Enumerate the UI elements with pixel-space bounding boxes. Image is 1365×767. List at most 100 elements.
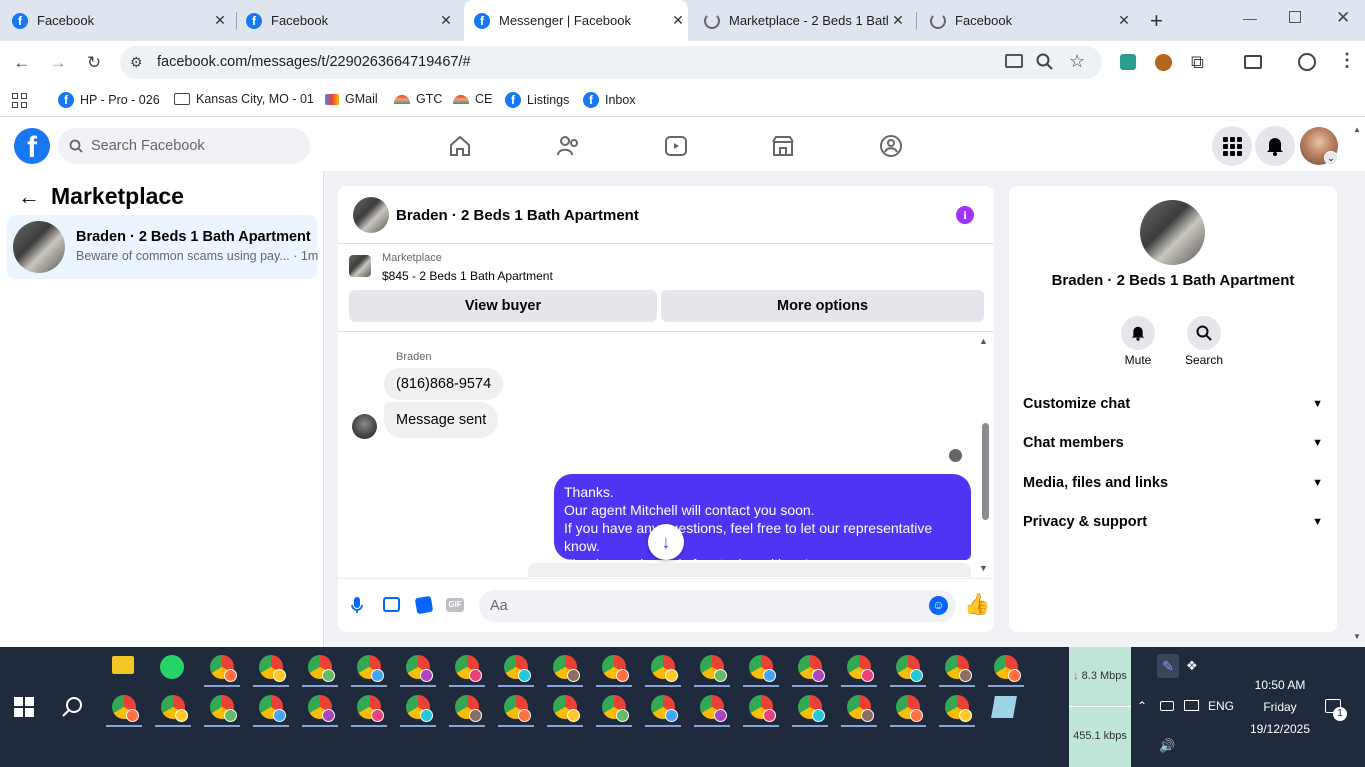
back-icon[interactable]: ← (8, 49, 36, 77)
section-chat-members[interactable]: Chat members ▼ (1023, 435, 1323, 451)
notifications-button[interactable] (1255, 126, 1295, 166)
chrome-profile-icon[interactable] (896, 655, 923, 682)
chrome-profile-icon[interactable] (749, 655, 776, 682)
outgoing-message[interactable]: Thanks. Our agent Mitchell will contact … (554, 474, 971, 572)
bookmark-star-icon[interactable]: ☆ (1069, 51, 1085, 72)
battery-icon[interactable] (1160, 701, 1174, 711)
thumbs-up-icon[interactable]: 👍 (964, 593, 990, 617)
chrome-profile-icon[interactable] (259, 655, 286, 682)
tab-5[interactable]: Facebook ✕ (930, 0, 1134, 41)
chrome-profile-icon[interactable] (553, 655, 580, 682)
search-in-chat-button[interactable] (1187, 316, 1221, 350)
incoming-message[interactable]: Message sent (384, 402, 499, 438)
chrome-profile-icon[interactable] (161, 695, 188, 722)
bookmark-kansas-city[interactable]: Kansas City, MO - 01 (174, 92, 314, 106)
gif-icon[interactable]: GIF (446, 598, 464, 612)
chrome-profile-icon[interactable] (112, 695, 139, 722)
section-media-files-links[interactable]: Media, files and links ▼ (1023, 475, 1323, 491)
view-buyer-button[interactable]: View buyer (349, 290, 657, 322)
extension-icon[interactable] (1120, 54, 1136, 70)
chrome-profile-icon[interactable] (945, 695, 972, 722)
clock-day[interactable]: Friday (1230, 700, 1330, 714)
chrome-profile-icon[interactable] (847, 655, 874, 682)
bookmark-hp-pro[interactable]: f HP - Pro - 026 (58, 92, 160, 108)
zoom-icon[interactable] (1036, 53, 1054, 71)
facebook-logo-icon[interactable]: f (14, 128, 50, 164)
close-icon[interactable]: ✕ (888, 12, 908, 29)
site-settings-icon[interactable]: ⚙ (130, 54, 143, 71)
chat-header-title[interactable]: Braden · 2 Beds 1 Bath Apartment (396, 207, 639, 224)
chrome-profile-icon[interactable] (210, 655, 237, 682)
chrome-profile-icon[interactable] (504, 655, 531, 682)
chrome-profile-icon[interactable] (406, 655, 433, 682)
page-scroll-down-icon[interactable]: ▼ (1353, 632, 1361, 641)
chat-scrollbar[interactable] (982, 423, 989, 520)
chrome-profile-icon[interactable] (259, 695, 286, 722)
chrome-profile-icon[interactable] (308, 655, 335, 682)
chevron-down-icon[interactable]: ⌄ (1324, 151, 1338, 165)
home-icon[interactable] (447, 133, 473, 159)
chrome-profile-icon[interactable] (651, 655, 678, 682)
chrome-profile-icon[interactable] (798, 695, 825, 722)
network-icon[interactable] (1184, 700, 1199, 711)
new-tab-icon[interactable]: + (1150, 8, 1163, 34)
clock-date[interactable]: 19/12/2025 (1230, 722, 1330, 736)
minimize-icon[interactable]: — (1243, 10, 1257, 26)
chrome-profile-icon[interactable] (357, 655, 384, 682)
reload-icon[interactable]: ↻ (80, 49, 108, 77)
scroll-down-arrow-icon[interactable]: ▼ (979, 563, 988, 573)
volume-icon[interactable]: 🔊 (1159, 738, 1175, 754)
chrome-profile-icon[interactable] (602, 655, 629, 682)
side-panel-icon[interactable] (1244, 55, 1262, 69)
chrome-profile-icon[interactable] (455, 655, 482, 682)
chrome-profile-icon[interactable] (651, 695, 678, 722)
menu-grid-button[interactable] (1212, 126, 1252, 166)
windows-start-icon[interactable] (14, 697, 34, 717)
chrome-profile-icon[interactable] (700, 655, 727, 682)
back-arrow-icon[interactable]: ← (18, 184, 40, 210)
bookmark-listings[interactable]: f Listings (505, 92, 569, 108)
bookmark-inbox[interactable]: f Inbox (583, 92, 636, 108)
install-app-icon[interactable] (1005, 54, 1023, 68)
microphone-icon[interactable] (350, 596, 364, 614)
mute-button[interactable] (1121, 316, 1155, 350)
chrome-profile-icon[interactable] (847, 695, 874, 722)
tab-2[interactable]: f Facebook ✕ (246, 0, 456, 41)
groups-icon[interactable] (878, 133, 904, 159)
video-icon[interactable] (663, 133, 689, 159)
photo-icon[interactable] (383, 597, 400, 612)
file-explorer-icon[interactable] (112, 656, 134, 674)
tab-1[interactable]: f Facebook ✕ (12, 0, 230, 41)
chrome-profile-icon[interactable] (700, 695, 727, 722)
sticker-icon[interactable] (414, 595, 434, 615)
menu-kebab-icon[interactable]: ⋮ (1338, 50, 1356, 71)
chrome-profile-icon[interactable] (455, 695, 482, 722)
restore-icon[interactable] (1289, 11, 1301, 23)
chrome-profile-icon[interactable] (994, 655, 1021, 682)
dropbox-icon[interactable]: ❖ (1186, 658, 1198, 674)
chrome-profile-icon[interactable] (602, 695, 629, 722)
chrome-profile-icon[interactable] (406, 695, 433, 722)
feather-icon[interactable]: ✎ (1157, 654, 1179, 678)
info-icon[interactable]: i (956, 206, 974, 224)
chrome-profile-icon[interactable] (357, 695, 384, 722)
bookmark-gtc[interactable]: GTC (394, 92, 442, 106)
chrome-profile-icon[interactable] (798, 655, 825, 682)
clock-time[interactable]: 10:50 AM (1230, 678, 1330, 692)
scroll-up-arrow-icon[interactable]: ▲ (979, 336, 988, 346)
chrome-profile-icon[interactable] (896, 695, 923, 722)
chrome-profile-icon[interactable] (210, 695, 237, 722)
page-scroll-up-icon[interactable]: ▲ (1353, 125, 1361, 134)
friends-icon[interactable] (555, 133, 581, 159)
chat-header-avatar[interactable] (353, 197, 389, 233)
whatsapp-icon[interactable] (160, 655, 184, 679)
close-icon[interactable]: ✕ (436, 12, 456, 29)
more-options-button[interactable]: More options (661, 290, 984, 322)
section-customize-chat[interactable]: Customize chat ▼ (1023, 396, 1323, 412)
close-icon[interactable]: ✕ (210, 12, 230, 29)
marketplace-icon[interactable] (770, 133, 796, 159)
chrome-profile-icon[interactable] (308, 695, 335, 722)
chrome-profile-icon[interactable] (945, 655, 972, 682)
chrome-profile-icon[interactable] (504, 695, 531, 722)
message-input[interactable] (479, 590, 956, 622)
